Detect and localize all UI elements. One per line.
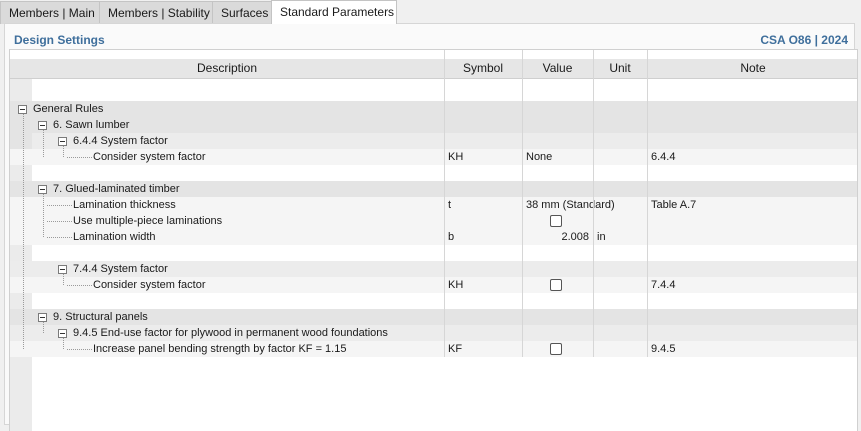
tree-row-glulam-system-factor[interactable]: 7.4.4 System factor xyxy=(10,261,857,277)
tab-standard-parameters[interactable]: Standard Parameters xyxy=(271,0,397,24)
panel-bending-checkbox[interactable] xyxy=(550,343,562,355)
param-description: Consider system factor xyxy=(93,151,206,163)
param-note: 6.4.4 xyxy=(651,151,676,163)
param-row-lamination-thickness[interactable]: Lamination thickness t 38 mm (Standard) … xyxy=(10,197,857,213)
row-label: 9.4.5 End-use factor for plywood in perm… xyxy=(73,327,388,339)
param-row-multiple-piece[interactable]: Use multiple-piece laminations xyxy=(10,213,857,229)
param-note: 7.4.4 xyxy=(651,279,676,291)
col-unit[interactable]: Unit xyxy=(593,59,647,79)
col-value[interactable]: Value xyxy=(522,59,593,79)
param-description: Lamination width xyxy=(73,231,156,243)
panel-title: Design Settings xyxy=(14,33,105,47)
tree-row-general-rules[interactable]: General Rules xyxy=(10,101,857,117)
param-symbol: b xyxy=(448,231,455,243)
param-symbol: t xyxy=(448,199,452,211)
row-label: 7. Glued-laminated timber xyxy=(53,183,180,195)
col-note[interactable]: Note xyxy=(647,59,857,79)
collapse-toggle-icon[interactable] xyxy=(58,137,67,146)
table-header: Description Symbol Value Unit Note xyxy=(10,59,857,79)
row-label: 7.4.4 System factor xyxy=(73,263,168,275)
collapse-toggle-icon[interactable] xyxy=(18,105,27,114)
lamination-width-input[interactable]: 2.008 xyxy=(522,229,589,245)
collapse-toggle-icon[interactable] xyxy=(38,313,47,322)
glulam-system-factor-checkbox[interactable] xyxy=(550,279,562,291)
param-row-lamination-width[interactable]: Lamination width b 2.008 in xyxy=(10,229,857,245)
row-label: 9. Structural panels xyxy=(53,311,148,323)
param-symbol: KF xyxy=(448,343,463,355)
collapse-toggle-icon[interactable] xyxy=(58,329,67,338)
tab-members-main[interactable]: Members | Main xyxy=(0,1,100,24)
param-row-sawn-system-factor[interactable]: Consider system factor KH None 6.4.4 xyxy=(10,149,857,165)
row-label: 6.4.4 System factor xyxy=(73,135,168,147)
tree-row-sawn-lumber[interactable]: 6. Sawn lumber xyxy=(10,117,857,133)
row-label: 6. Sawn lumber xyxy=(53,119,130,131)
param-description: Increase panel bending strength by facto… xyxy=(93,343,347,355)
param-note: 9.4.5 xyxy=(651,343,676,355)
param-note: Table A.7 xyxy=(651,199,697,211)
param-symbol: KH xyxy=(448,279,464,291)
parameters-table: Description Symbol Value Unit Note Gener… xyxy=(9,49,858,431)
tree-row-plywood-end-use[interactable]: 9.4.5 End-use factor for plywood in perm… xyxy=(10,325,857,341)
param-row-glulam-system-factor[interactable]: Consider system factor KH 7.4.4 xyxy=(10,277,857,293)
param-symbol: KH xyxy=(448,151,464,163)
tab-surfaces[interactable]: Surfaces xyxy=(212,1,272,24)
param-description: Use multiple-piece laminations xyxy=(73,215,223,227)
col-symbol[interactable]: Symbol xyxy=(444,59,522,79)
design-settings-panel: Design Settings CSA O86 | 2024 Descripti… xyxy=(4,23,858,431)
multiple-piece-checkbox[interactable] xyxy=(550,215,562,227)
tree-row-structural-panels[interactable]: 9. Structural panels xyxy=(10,309,857,325)
tab-members-stability[interactable]: Members | Stability xyxy=(99,1,213,24)
tree-row-sawn-system-factor[interactable]: 6.4.4 System factor xyxy=(10,133,857,149)
lamination-thickness-select[interactable]: 38 mm (Standard) xyxy=(526,197,615,213)
collapse-toggle-icon[interactable] xyxy=(38,121,47,130)
tab-bar: Members | Main Members | Stability Surfa… xyxy=(0,0,861,24)
system-factor-select[interactable]: None xyxy=(526,149,552,165)
tree-row-glulam[interactable]: 7. Glued-laminated timber xyxy=(10,181,857,197)
param-description: Lamination thickness xyxy=(73,199,176,211)
col-description[interactable]: Description xyxy=(10,59,444,79)
row-label: General Rules xyxy=(33,103,104,115)
param-row-panel-bending[interactable]: Increase panel bending strength by facto… xyxy=(10,341,857,357)
param-description: Consider system factor xyxy=(93,279,206,291)
standard-label: CSA O86 | 2024 xyxy=(760,33,848,47)
collapse-toggle-icon[interactable] xyxy=(58,265,67,274)
collapse-toggle-icon[interactable] xyxy=(38,185,47,194)
param-unit: in xyxy=(597,231,606,243)
